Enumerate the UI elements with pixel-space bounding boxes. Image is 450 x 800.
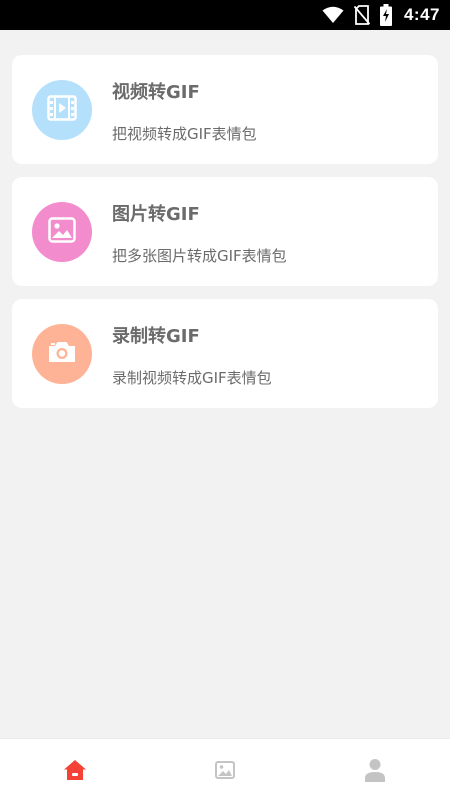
images-to-gif-card[interactable]: 图片转GIF 把多张图片转成GIF表情包 xyxy=(12,177,438,286)
nav-profile[interactable] xyxy=(300,739,450,800)
record-to-gif-card[interactable]: 录制转GIF 录制视频转成GIF表情包 xyxy=(12,299,438,408)
card-title: 图片转GIF xyxy=(112,204,200,225)
gallery-icon xyxy=(215,760,235,779)
card-description: 把多张图片转成GIF表情包 xyxy=(112,247,287,265)
image-icon xyxy=(48,217,76,247)
nav-home[interactable] xyxy=(0,739,150,800)
card-title: 视频转GIF xyxy=(112,82,200,103)
bottom-navigation xyxy=(0,738,450,800)
card-description: 录制视频转成GIF表情包 xyxy=(112,369,272,387)
battery-charging-icon xyxy=(379,4,392,26)
card-title: 录制转GIF xyxy=(112,326,200,347)
camera-icon xyxy=(47,340,77,368)
feature-list: 视频转GIF 把视频转成GIF表情包 图片转GIF 把多张图片转成GIF表情包 xyxy=(12,55,438,421)
home-icon xyxy=(63,759,87,781)
video-to-gif-card[interactable]: 视频转GIF 把视频转成GIF表情包 xyxy=(12,55,438,164)
video-film-icon xyxy=(47,95,77,125)
image-icon-circle xyxy=(32,202,92,262)
camera-icon-circle xyxy=(32,324,92,384)
profile-icon xyxy=(365,758,385,782)
wifi-icon xyxy=(322,6,344,24)
status-time: 4:47 xyxy=(403,5,440,24)
nav-gallery[interactable] xyxy=(150,739,300,800)
video-icon-circle xyxy=(32,80,92,140)
card-description: 把视频转成GIF表情包 xyxy=(112,125,257,143)
status-bar: 4:47 xyxy=(0,0,450,30)
no-sim-icon xyxy=(353,5,370,25)
